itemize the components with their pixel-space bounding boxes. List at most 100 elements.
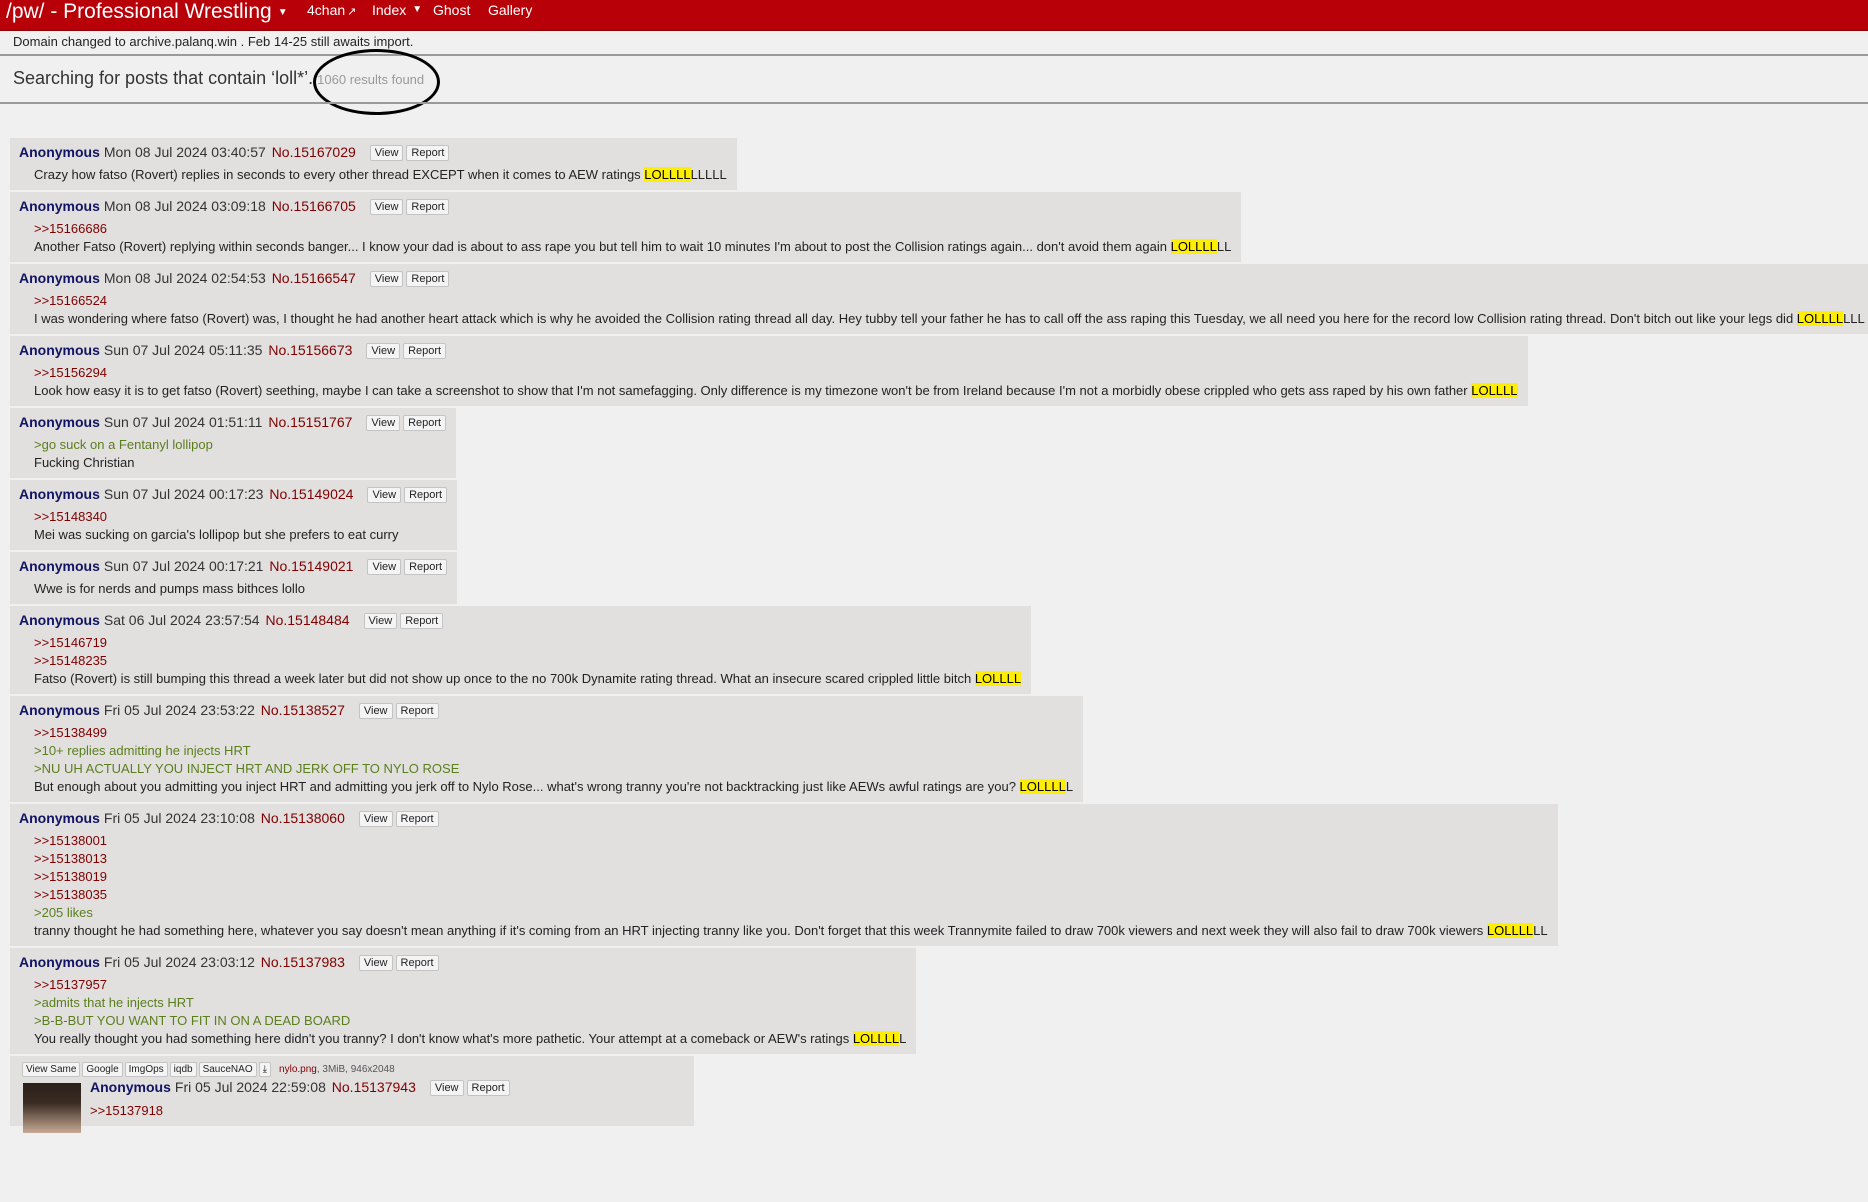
report-button[interactable]: Report [404, 487, 448, 503]
report-button[interactable]: Report [406, 271, 450, 287]
post-number[interactable]: No.15151767 [268, 414, 352, 430]
quote-link[interactable]: >>15138019 [34, 869, 107, 884]
nav-link-4chan-label[interactable]: 4chan [307, 2, 345, 18]
view-button[interactable]: View [366, 343, 401, 359]
nav-link-gallery[interactable]: Gallery [488, 2, 532, 18]
post-number[interactable]: No.15138527 [261, 702, 345, 718]
poster-name: Anonymous [19, 558, 100, 574]
quote-link[interactable]: >>15138001 [34, 833, 107, 848]
post-text: Fucking Christian [34, 455, 135, 470]
post-text: tranny thought he had something here, wh… [34, 923, 1487, 938]
post-number[interactable]: No.15137943 [332, 1079, 416, 1095]
post-number[interactable]: No.15156673 [268, 342, 352, 358]
view-button[interactable]: View [367, 487, 402, 503]
post-number[interactable]: No.15137983 [261, 954, 345, 970]
post-with-image: View Same Google ImgOps iqdb SauceNAO ⤓ nylo.p… [10, 1056, 694, 1133]
post: Anonymous Sun 07 Jul 2024 05:11:35 No.151… [10, 336, 1528, 406]
image-search-button[interactable]: iqdb [169, 1062, 197, 1077]
view-button[interactable]: View [366, 415, 401, 431]
report-button[interactable]: Report [400, 613, 444, 629]
search-highlight: LOLLLL [974, 671, 1022, 686]
nav-link-index-label[interactable]: Index [372, 2, 406, 18]
post: Anonymous Sat 06 Jul 2024 23:57:54 No.151… [10, 606, 1032, 694]
view-button[interactable]: View [358, 811, 393, 827]
report-button[interactable]: Report [403, 415, 447, 431]
post-line: >>15166686 [34, 220, 1231, 238]
post-line: Look how easy it is to get fatso (Rovert… [34, 382, 1518, 400]
quote-link[interactable]: >>15138035 [34, 887, 107, 902]
image-search-button[interactable]: View Same [22, 1062, 81, 1077]
view-button[interactable]: View [363, 613, 398, 629]
view-button[interactable]: View [367, 559, 402, 575]
view-button[interactable]: View [369, 145, 404, 161]
chevron-down-icon[interactable]: ▼ [412, 4, 422, 15]
report-button[interactable]: Report [395, 811, 439, 827]
board-title-text[interactable]: /pw/ - Professional Wrestling [6, 0, 272, 23]
download-icon[interactable]: ⤓ [258, 1062, 272, 1077]
post-number[interactable]: No.15149021 [269, 558, 353, 574]
quote-link[interactable]: >>15137957 [34, 977, 107, 992]
quote-link[interactable]: >>15156294 [34, 365, 107, 380]
post-text: LLL [1843, 311, 1865, 326]
poster-name: Anonymous [19, 342, 100, 358]
nav-link-4chan[interactable]: 4chan ↗ [307, 2, 356, 18]
report-button[interactable]: Report [406, 145, 450, 161]
post-date: Fri 05 Jul 2024 23:03:12 [103, 954, 255, 970]
quote-link[interactable]: >>15166524 [34, 293, 107, 308]
post-number[interactable]: No.15148484 [265, 612, 349, 628]
post-line: I was wondering where fatso (Rovert) was… [34, 310, 1865, 328]
quote-link[interactable]: >>15148340 [34, 509, 107, 524]
quote-link[interactable]: >>15138013 [34, 851, 107, 866]
greentext: >go suck on a Fentanyl lollipop [34, 437, 213, 452]
view-button[interactable]: View [369, 199, 404, 215]
quote-link[interactable]: >>15146719 [34, 635, 107, 650]
image-thumbnail[interactable] [23, 1083, 81, 1133]
view-button[interactable]: View [358, 955, 393, 971]
nav-link-index[interactable]: Index ▼ [372, 2, 422, 18]
report-button[interactable]: Report [466, 1080, 510, 1096]
report-button[interactable]: Report [395, 703, 439, 719]
image-search-button[interactable]: ImgOps [124, 1062, 168, 1077]
post-body: >>15166686 Another Fatso (Rovert) replyin… [19, 220, 1231, 256]
report-button[interactable]: Report [395, 955, 439, 971]
board-title[interactable]: /pw/ - Professional Wrestling ▼ [6, 0, 288, 25]
post-number[interactable]: No.15138060 [261, 810, 345, 826]
post-number[interactable]: No.15166705 [272, 198, 356, 214]
report-button[interactable]: Report [403, 343, 447, 359]
view-button[interactable]: View [429, 1080, 464, 1096]
post-date: Sun 07 Jul 2024 01:51:11 [103, 414, 263, 430]
post-number[interactable]: No.15149024 [269, 486, 353, 502]
post-header: Anonymous Fri 05 Jul 2024 23:53:22 No.151… [19, 700, 1073, 720]
post-list: Anonymous Mon 08 Jul 2024 03:40:57 No.151… [10, 138, 1868, 1133]
search-highlight: LOLLLL [1486, 923, 1534, 938]
quote-link[interactable]: >>15166686 [34, 221, 107, 236]
quote-link[interactable]: >>15148235 [34, 653, 107, 668]
image-search-button[interactable]: Google [82, 1062, 123, 1077]
post-date: Mon 08 Jul 2024 03:09:18 [103, 198, 266, 214]
image-tools: View Same Google ImgOps iqdb SauceNAO ⤓ nylo.p… [22, 1062, 395, 1077]
post-line: Mei was sucking on garcia's lollipop but… [34, 526, 447, 544]
post-text: Look how easy it is to get fatso (Rovert… [34, 383, 1472, 398]
post-text: Mei was sucking on garcia's lollipop but… [34, 527, 399, 542]
quote-link[interactable]: >>15138499 [34, 725, 107, 740]
image-filename[interactable]: nylo.png [279, 1064, 317, 1075]
post-line: >admits that he injects HRT [34, 994, 906, 1012]
report-button[interactable]: Report [406, 199, 450, 215]
post: Anonymous Sun 07 Jul 2024 00:17:23 No.151… [10, 480, 458, 550]
chevron-down-icon[interactable]: ▼ [278, 7, 288, 18]
post-header: Anonymous Mon 08 Jul 2024 03:09:18 No.151… [19, 196, 1231, 216]
view-button[interactable]: View [358, 703, 393, 719]
greentext: >B-B-BUT YOU WANT TO FIT IN ON A DEAD BO… [34, 1013, 351, 1028]
nav-link-ghost[interactable]: Ghost [433, 2, 470, 18]
post-line: >>15138035 [34, 886, 1548, 904]
view-button[interactable]: View [369, 271, 404, 287]
annotation-circle [313, 49, 440, 115]
report-button[interactable]: Report [404, 559, 448, 575]
post-number[interactable]: No.15166547 [272, 270, 356, 286]
post-header: Anonymous Fri 05 Jul 2024 23:03:12 No.151… [19, 952, 906, 972]
search-highlight: LOLLLL [852, 1031, 900, 1046]
quote-link[interactable]: >>15137918 [90, 1103, 163, 1118]
image-search-button[interactable]: SauceNAO [198, 1062, 257, 1077]
post-number[interactable]: No.15167029 [272, 144, 356, 160]
post-body: >>15166524 I was wondering where fatso (R… [19, 292, 1865, 328]
